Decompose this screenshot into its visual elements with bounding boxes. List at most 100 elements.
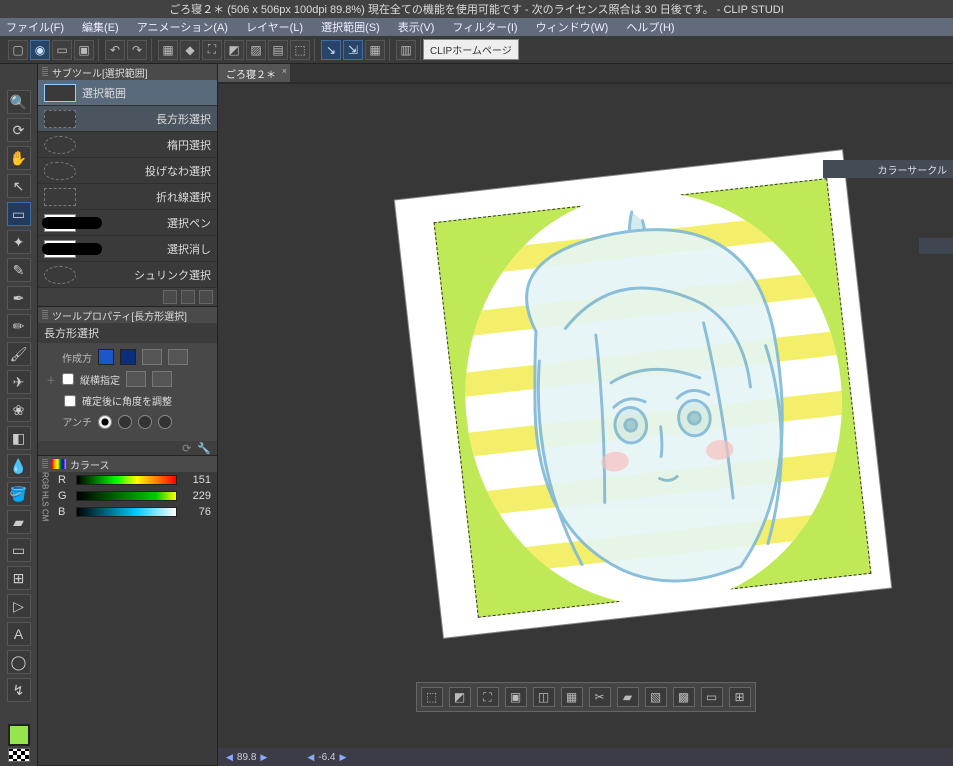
aspect-opt-icon[interactable]: [126, 371, 146, 387]
snap-ruler-icon[interactable]: ↘: [321, 40, 341, 60]
clip-homepage-button[interactable]: CLIPホームページ: [423, 39, 519, 60]
save-icon[interactable]: ▣: [74, 40, 94, 60]
deselect-icon[interactable]: ⬚: [421, 687, 443, 707]
tool-marquee[interactable]: ▭: [7, 202, 31, 226]
b-slider[interactable]: [76, 507, 177, 517]
rotation-value[interactable]: -6.4: [318, 752, 335, 763]
subtool-panel-header[interactable]: サブツール[選択範囲]: [38, 64, 217, 80]
wrench-icon[interactable]: 🔧: [197, 442, 211, 455]
tool-property-header[interactable]: ツールプロパティ[長方形選択]: [38, 307, 217, 323]
invert-icon[interactable]: ◩: [449, 687, 471, 707]
b-value[interactable]: 76: [183, 506, 211, 518]
angle-checkbox[interactable]: [64, 395, 76, 407]
subtool-polyline[interactable]: 折れ線選択: [38, 184, 217, 210]
aa-strong-icon[interactable]: [158, 415, 172, 429]
erase-out-icon[interactable]: ◫: [533, 687, 555, 707]
undo-icon[interactable]: ↶: [105, 40, 125, 60]
tool-ruler[interactable]: ▷: [7, 594, 31, 618]
open-icon[interactable]: ▭: [52, 40, 72, 60]
tool-fill[interactable]: 🪣: [7, 482, 31, 506]
tool-eraser[interactable]: ◧: [7, 426, 31, 450]
tool-frame[interactable]: ⊞: [7, 566, 31, 590]
fill-icon[interactable]: ◆: [180, 40, 200, 60]
selall-icon[interactable]: ⬚: [290, 40, 310, 60]
tool-magnify[interactable]: 🔍: [7, 90, 31, 114]
subtool-ellipse[interactable]: 楕円選択: [38, 132, 217, 158]
canvas[interactable]: [395, 150, 891, 637]
chevron-left-icon[interactable]: ◀: [226, 752, 233, 763]
expand-icon[interactable]: ⛶: [477, 687, 499, 707]
new-subtool-icon[interactable]: [163, 290, 177, 304]
chevron-left-icon[interactable]: ◀: [307, 752, 314, 763]
canvas-area[interactable]: ⬚ ◩ ⛶ ▣ ◫ ▦ ✂ ▰ ▧ ▩ ▭ ⊞: [218, 84, 953, 748]
menu-layer[interactable]: レイヤー(L): [246, 19, 303, 35]
close-icon[interactable]: ×: [282, 66, 287, 76]
transform-icon[interactable]: ⊞: [729, 687, 751, 707]
menu-window[interactable]: ウィンドウ(W): [536, 19, 609, 35]
menu-selection[interactable]: 選択範囲(S): [321, 19, 380, 35]
foreground-color-swatch[interactable]: [8, 724, 30, 746]
color-circle-tab[interactable]: カラーサークル: [823, 160, 953, 178]
menu-view[interactable]: 表示(V): [398, 19, 435, 35]
tool-hand[interactable]: ✋: [7, 146, 31, 170]
tone-icon2[interactable]: ▩: [673, 687, 695, 707]
subtool-group[interactable]: 選択範囲: [38, 80, 217, 106]
shrink-icon2[interactable]: ▣: [505, 687, 527, 707]
subtool-lasso[interactable]: 投げなわ選択: [38, 158, 217, 184]
tool-correct[interactable]: ↯: [7, 678, 31, 702]
crop-icon[interactable]: ▤: [268, 40, 288, 60]
tool-blend[interactable]: 💧: [7, 454, 31, 478]
menu-edit[interactable]: 編集(E): [82, 19, 119, 35]
mode-hls[interactable]: HLS: [41, 491, 50, 507]
clear-icon[interactable]: ▦: [158, 40, 178, 60]
tool-wand[interactable]: ✦: [7, 230, 31, 254]
pattern-swatch[interactable]: [8, 748, 30, 762]
subtool-selection-pen[interactable]: 選択ペン: [38, 210, 217, 236]
move-sel-icon[interactable]: ▭: [701, 687, 723, 707]
newlayer-icon[interactable]: ▧: [645, 687, 667, 707]
color-panel-header[interactable]: カラース: [38, 456, 217, 472]
snap-special-icon[interactable]: ⇲: [343, 40, 363, 60]
subtool-rect[interactable]: 長方形選択: [38, 106, 217, 132]
tool-move[interactable]: ⟳: [7, 118, 31, 142]
document-tab[interactable]: ごろ寝２＊ ×: [218, 64, 291, 82]
tool-operation[interactable]: ↖: [7, 174, 31, 198]
tool-figure[interactable]: ▭: [7, 538, 31, 562]
aspect-checkbox[interactable]: [62, 373, 74, 385]
subtool-shrink[interactable]: シュリンク選択: [38, 262, 217, 288]
tool-brush[interactable]: 🖌: [7, 342, 31, 366]
new-icon[interactable]: ▢: [8, 40, 28, 60]
chevron-right-icon[interactable]: ▶: [339, 752, 346, 763]
tool-eyedropper[interactable]: ✎: [7, 258, 31, 282]
subtool-selection-erase[interactable]: 選択消し: [38, 236, 217, 262]
mode-add-icon[interactable]: [120, 349, 136, 365]
r-value[interactable]: 151: [183, 474, 211, 486]
bucket-icon[interactable]: ▨: [246, 40, 266, 60]
fill-sel-icon[interactable]: ▰: [617, 687, 639, 707]
aa-weak-icon[interactable]: [118, 415, 132, 429]
tool-airbrush[interactable]: ✈: [7, 370, 31, 394]
aspect-opt2-icon[interactable]: [152, 371, 172, 387]
collapsed-panel-stub[interactable]: [919, 238, 953, 254]
workspace-icon[interactable]: ▥: [396, 40, 416, 60]
mode-int-icon[interactable]: [168, 349, 188, 365]
tool-text[interactable]: A: [7, 622, 31, 646]
dup-subtool-icon[interactable]: [181, 290, 195, 304]
tool-balloon[interactable]: ◯: [7, 650, 31, 674]
scale-icon[interactable]: ⛶: [202, 40, 222, 60]
mode-new-icon[interactable]: [98, 349, 114, 365]
mode-cmyk[interactable]: CM: [41, 509, 50, 521]
menu-animation[interactable]: アニメーション(A): [137, 19, 228, 35]
g-slider[interactable]: [76, 491, 177, 501]
menu-filter[interactable]: フィルター(I): [452, 19, 517, 35]
tool-deco[interactable]: ❀: [7, 398, 31, 422]
reset-icon[interactable]: ⟳: [182, 442, 191, 455]
del-subtool-icon[interactable]: [199, 290, 213, 304]
r-slider[interactable]: [76, 475, 177, 485]
mode-rgb[interactable]: RGB: [41, 472, 50, 489]
tool-gradient[interactable]: ▰: [7, 510, 31, 534]
erase-in-icon[interactable]: ▦: [561, 687, 583, 707]
tool-pencil[interactable]: ✏: [7, 314, 31, 338]
redo-icon[interactable]: ↷: [127, 40, 147, 60]
snap-grid-icon[interactable]: ▦: [365, 40, 385, 60]
